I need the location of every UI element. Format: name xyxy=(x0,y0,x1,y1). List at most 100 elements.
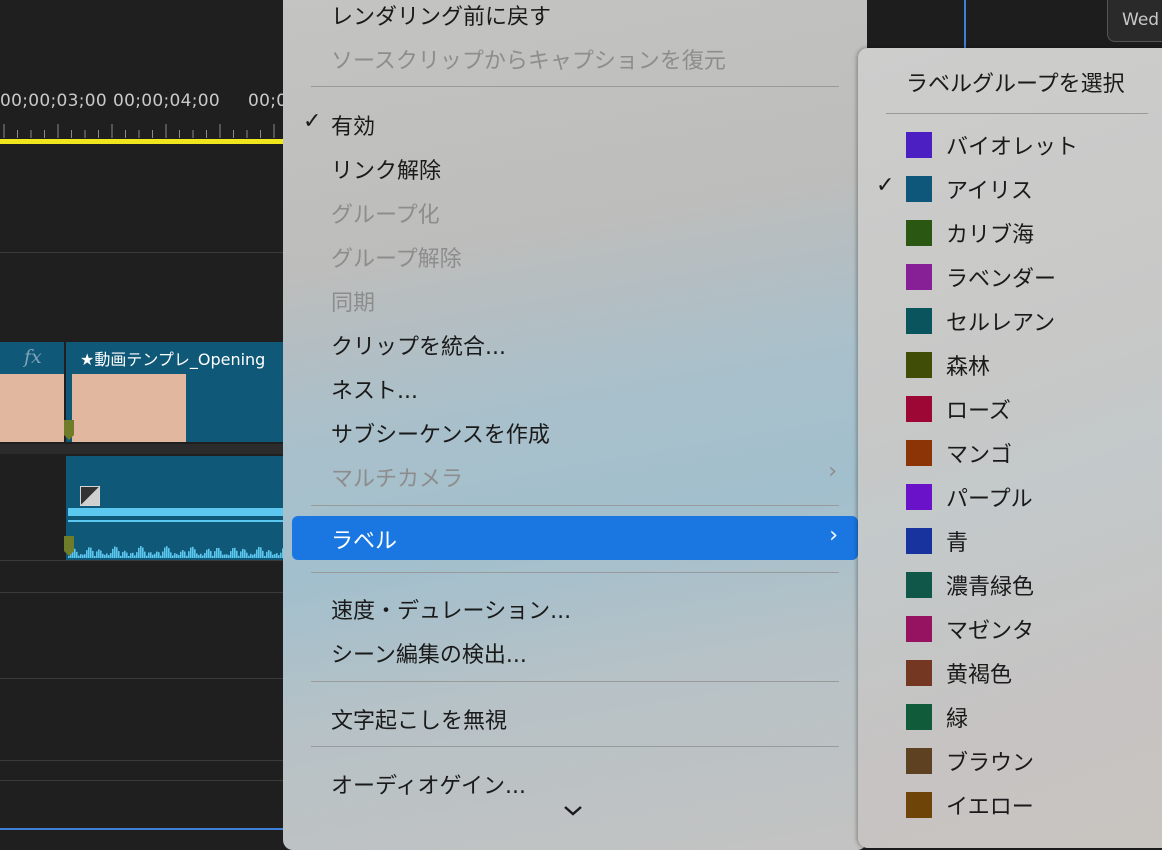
menu-separator xyxy=(311,746,839,747)
label-option[interactable]: 森林 xyxy=(858,349,1162,380)
scroll-indicator xyxy=(0,828,300,830)
label-name: 濃青緑色 xyxy=(946,575,1035,600)
color-swatch xyxy=(906,528,932,554)
timecode-4s: 00;00;04;00 xyxy=(113,91,221,111)
color-swatch xyxy=(906,352,932,378)
label-name: ブラウン xyxy=(946,751,1035,776)
label-submenu: ラベルグループを選択 バイオレット ✓ アイリスカリブ海ラベンダーセルレアン森林ロー… xyxy=(858,48,1162,848)
menu-item-nest[interactable]: ネスト... xyxy=(331,373,418,405)
color-swatch xyxy=(906,440,932,466)
label-option[interactable]: ローズ xyxy=(858,393,1162,424)
label-name: カリブ海 xyxy=(946,223,1035,248)
label-name: パープル xyxy=(946,487,1033,512)
label-name: セルレアン xyxy=(946,311,1056,336)
label-option[interactable]: ラベンダー xyxy=(858,261,1162,292)
menu-separator xyxy=(311,505,839,506)
menu-item-audio-gain[interactable]: オーディオゲイン... xyxy=(331,768,526,800)
menu-item-restore-captions[interactable]: ソースクリップからキャプションを復元 xyxy=(331,43,726,75)
timecode-5s: 00;0 xyxy=(248,91,288,111)
menu-item-label[interactable]: ラベル › xyxy=(292,516,858,560)
chevron-down-icon[interactable] xyxy=(562,804,584,818)
label-option[interactable]: ✓ アイリス xyxy=(858,173,1162,204)
label-name: ラベンダー xyxy=(946,267,1057,292)
menu-item-scene-edit-detection[interactable]: シーン編集の検出... xyxy=(331,637,527,669)
panel-focus-line xyxy=(964,0,966,48)
color-swatch xyxy=(906,748,932,774)
audio-waveform xyxy=(68,508,306,558)
color-swatch xyxy=(906,176,932,202)
time-ruler[interactable] xyxy=(0,116,300,138)
fx-badge: fx xyxy=(24,346,42,368)
label-option[interactable]: マゼンタ xyxy=(858,613,1162,644)
chevron-right-icon: › xyxy=(829,523,838,548)
color-swatch xyxy=(906,660,932,686)
track-divider xyxy=(0,678,300,679)
work-area-bar[interactable] xyxy=(0,139,300,144)
label-name: マゼンタ xyxy=(946,619,1035,644)
label-name: マンゴ xyxy=(946,443,1013,468)
menu-separator xyxy=(311,681,839,682)
menu-item-merge-clips[interactable]: クリップを統合... xyxy=(331,329,506,361)
clip-thumbnail xyxy=(72,374,186,442)
clip-thumbnail xyxy=(0,374,64,442)
menu-item-synchronize[interactable]: 同期 xyxy=(331,285,375,317)
color-swatch xyxy=(906,484,932,510)
chevron-right-icon: › xyxy=(828,459,837,484)
menu-item-label-text: ラベル xyxy=(331,529,398,554)
menu-item-speed-duration[interactable]: 速度・デュレーション... xyxy=(331,593,571,625)
workspace-button[interactable]: Wed xyxy=(1107,0,1162,42)
label-option[interactable]: 青 xyxy=(858,525,1162,556)
menu-item-ignore-transcription[interactable]: 文字起こしを無視 xyxy=(331,703,507,735)
label-option[interactable]: セルレアン xyxy=(858,305,1162,336)
menu-item-ungroup[interactable]: グループ解除 xyxy=(331,241,462,273)
color-swatch xyxy=(906,572,932,598)
label-option[interactable]: 黄褐色 xyxy=(858,657,1162,688)
context-menu: レンダリング前に戻す ソースクリップからキャプションを復元 ✓ 有効 リンク解除… xyxy=(283,0,867,850)
label-option[interactable]: マンゴ xyxy=(858,437,1162,468)
track-divider xyxy=(0,252,300,253)
label-option[interactable]: ブラウン xyxy=(858,745,1162,776)
color-swatch xyxy=(906,792,932,818)
clip-title: ★動画テンプレ_Opening xyxy=(80,350,266,369)
label-name: アイリス xyxy=(946,179,1033,204)
video-clip-previous[interactable]: fx xyxy=(0,342,64,442)
menu-separator xyxy=(886,113,1148,114)
label-name: 森林 xyxy=(946,355,991,380)
video-clip-opening[interactable]: ★動画テンプレ_Opening xyxy=(66,342,306,442)
label-name: ローズ xyxy=(946,399,1011,424)
menu-item-select-label-group[interactable]: ラベルグループを選択 xyxy=(906,66,1125,98)
color-swatch xyxy=(906,132,932,158)
label-name: 緑 xyxy=(946,707,969,732)
track-divider xyxy=(0,760,300,761)
menu-item-enabled[interactable]: 有効 xyxy=(331,109,375,141)
menu-separator xyxy=(311,86,839,87)
label-option[interactable]: バイオレット xyxy=(858,129,1162,160)
label-name: イエロー xyxy=(946,795,1034,820)
audio-keyframe-icon xyxy=(80,486,100,506)
track-divider xyxy=(0,560,300,561)
color-swatch xyxy=(906,704,932,730)
color-swatch xyxy=(906,396,932,422)
label-option[interactable]: パープル xyxy=(858,481,1162,512)
checkmark-icon: ✓ xyxy=(303,109,322,134)
menu-separator xyxy=(311,572,839,573)
label-option[interactable]: イエロー xyxy=(858,789,1162,820)
track-divider xyxy=(0,780,300,781)
audio-clip[interactable] xyxy=(66,456,306,560)
label-option[interactable]: カリブ海 xyxy=(858,217,1162,248)
menu-item-unlink[interactable]: リンク解除 xyxy=(331,153,441,185)
color-swatch xyxy=(906,616,932,642)
label-name: 黄褐色 xyxy=(946,663,1013,688)
checkmark-icon: ✓ xyxy=(876,173,895,198)
color-swatch xyxy=(906,264,932,290)
label-name: バイオレット xyxy=(946,135,1079,160)
menu-item-group[interactable]: グループ化 xyxy=(331,197,440,229)
menu-item-revert-render[interactable]: レンダリング前に戻す xyxy=(331,0,551,31)
track-separator xyxy=(0,444,300,454)
label-option[interactable]: 濃青緑色 xyxy=(858,569,1162,600)
color-swatch xyxy=(906,308,932,334)
menu-item-multi-camera[interactable]: マルチカメラ xyxy=(331,461,463,493)
label-option[interactable]: 緑 xyxy=(858,701,1162,732)
menu-item-make-subsequence[interactable]: サブシーケンスを作成 xyxy=(331,417,550,449)
label-name: 青 xyxy=(946,531,969,556)
